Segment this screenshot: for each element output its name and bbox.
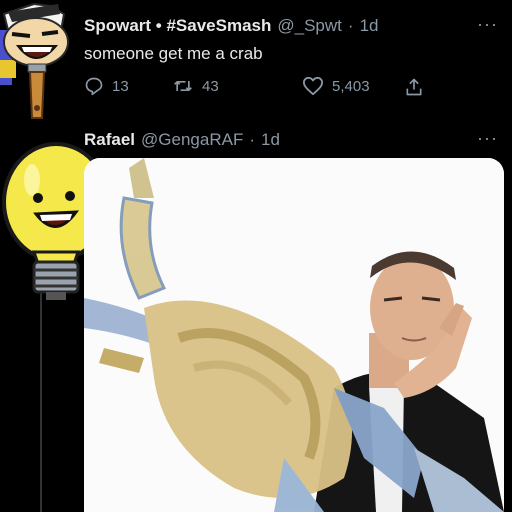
reply-icon [85,77,103,96]
timestamp[interactable]: 1d [261,130,280,150]
user-handle[interactable]: @GengaRAF [141,130,243,150]
share-icon [406,78,422,96]
photo-crab-and-man [84,158,504,512]
action-bar: 13 43 5,403 [84,76,444,100]
share-button[interactable] [404,76,424,98]
tweet-text: someone get me a crab [84,44,263,63]
separator-dot: · [347,16,354,35]
tweet[interactable]: Spowart • #SaveSmash @_Spwt · 1d ··· som… [0,0,512,120]
tweet-media-photo[interactable] [84,158,504,512]
like-button[interactable]: 5,403 [302,76,370,96]
display-name[interactable]: Rafael [84,130,135,150]
more-options-button[interactable]: ··· [477,128,498,149]
more-options-button[interactable]: ··· [477,14,498,35]
tweet-header: Rafael @GengaRAF · 1d [84,130,280,150]
retweet-count: 43 [202,77,219,95]
display-name[interactable]: Spowart • #SaveSmash [84,16,271,36]
paintbrush-character-avatar[interactable] [0,0,80,128]
reply-count: 13 [112,77,129,95]
like-icon [302,76,323,96]
tweet-header: Spowart • #SaveSmash @_Spwt · 1d [84,16,378,36]
user-handle[interactable]: @_Spwt [277,16,342,36]
timestamp[interactable]: 1d [360,16,379,36]
retweet-button[interactable]: 43 [172,76,219,96]
like-count: 5,403 [332,77,370,95]
retweet-icon [174,81,192,91]
separator-dot: · [249,130,256,149]
reply-button[interactable]: 13 [84,76,129,96]
